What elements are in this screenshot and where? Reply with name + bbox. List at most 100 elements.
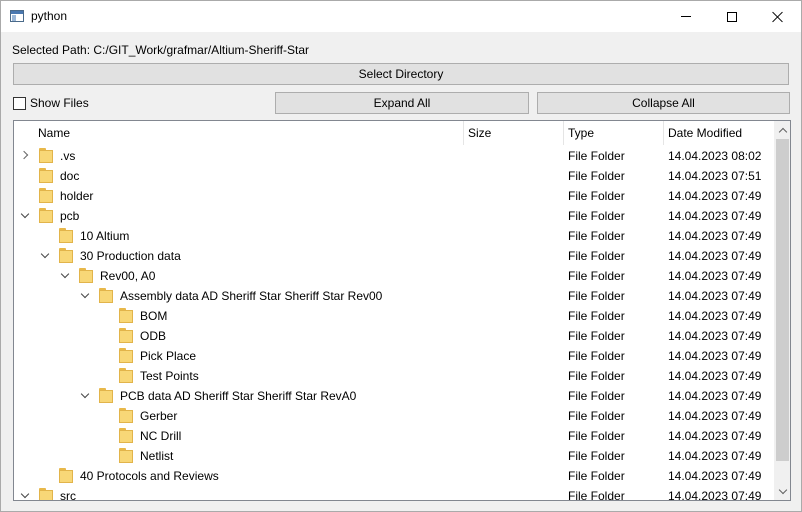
show-files-toggle[interactable]: Show Files — [13, 96, 89, 110]
tree-row[interactable]: Test Points File Folder 14.04.2023 07:49 — [14, 366, 774, 386]
row-name: src — [60, 489, 76, 501]
folder-icon — [39, 208, 53, 223]
tree-row[interactable]: 40 Protocols and Reviews File Folder 14.04… — [14, 466, 774, 486]
chevron-down-icon[interactable] — [41, 252, 49, 260]
row-date-modified: 14.04.2023 07:49 — [668, 209, 762, 223]
row-type: File Folder — [568, 329, 625, 343]
minimize-icon — [681, 16, 691, 17]
row-name: 10 Altium — [80, 229, 130, 243]
folder-icon — [39, 488, 53, 500]
column-header-size[interactable]: Size — [464, 121, 564, 145]
vertical-scrollbar[interactable] — [774, 121, 790, 500]
row-name: Pick Place — [140, 349, 197, 363]
row-date-modified: 14.04.2023 07:49 — [668, 389, 762, 403]
column-header-type[interactable]: Type — [564, 121, 664, 145]
maximize-button[interactable] — [709, 1, 755, 32]
folder-icon — [119, 368, 133, 383]
chevron-right-icon[interactable] — [21, 152, 29, 160]
row-type: File Folder — [568, 169, 625, 183]
chevron-up-icon — [778, 127, 787, 136]
chevron-down-icon[interactable] — [21, 212, 29, 220]
selected-path-label: Selected Path: C:/GIT_Work/grafmar/Altiu… — [12, 43, 309, 57]
show-files-checkbox[interactable] — [13, 96, 26, 110]
close-button[interactable] — [755, 1, 801, 32]
row-date-modified: 14.04.2023 07:49 — [668, 249, 762, 263]
row-type: File Folder — [568, 429, 625, 443]
row-type: File Folder — [568, 249, 625, 263]
folder-icon — [119, 308, 133, 323]
row-date-modified: 14.04.2023 07:51 — [668, 169, 762, 183]
file-tree-view[interactable]: Name Size Type Date Modified .vs File Fol… — [13, 120, 791, 501]
scroll-up-button[interactable] — [774, 121, 790, 138]
show-files-label: Show Files — [30, 96, 89, 110]
tree-rows: .vs File Folder 14.04.2023 08:02 doc File Fo… — [14, 146, 774, 501]
folder-icon — [119, 328, 133, 343]
row-date-modified: 14.04.2023 07:49 — [668, 269, 762, 283]
tree-row[interactable]: 10 Altium File Folder 14.04.2023 07:49 — [14, 226, 774, 246]
row-type: File Folder — [568, 229, 625, 243]
row-date-modified: 14.04.2023 07:49 — [668, 409, 762, 423]
chevron-down-icon[interactable] — [81, 292, 89, 300]
column-header-name[interactable]: Name — [34, 121, 464, 145]
row-type: File Folder — [568, 349, 625, 363]
folder-icon — [39, 148, 53, 163]
row-name: Test Points — [140, 369, 199, 383]
row-name: Assembly data AD Sheriff Star Sheriff St… — [120, 289, 383, 303]
minimize-button[interactable] — [663, 1, 709, 32]
tree-row[interactable]: NC Drill File Folder 14.04.2023 07:49 — [14, 426, 774, 446]
tree-row[interactable]: PCB data AD Sheriff Star Sheriff Star Re… — [14, 386, 774, 406]
tree-row[interactable]: ODB File Folder 14.04.2023 07:49 — [14, 326, 774, 346]
app-window-icon — [10, 10, 24, 22]
tree-row[interactable]: Netlist File Folder 14.04.2023 07:49 — [14, 446, 774, 466]
column-header-date-modified[interactable]: Date Modified — [664, 121, 774, 145]
folder-icon — [39, 168, 53, 183]
tree-row[interactable]: holder File Folder 14.04.2023 07:49 — [14, 186, 774, 206]
select-directory-button[interactable]: Select Directory — [13, 63, 789, 85]
scroll-down-button[interactable] — [774, 483, 790, 500]
row-date-modified: 14.04.2023 07:49 — [668, 449, 762, 463]
window-title: python — [31, 9, 68, 23]
row-type: File Folder — [568, 389, 625, 403]
row-type: File Folder — [568, 149, 625, 163]
scrollbar-thumb[interactable] — [776, 139, 789, 461]
tree-row[interactable]: doc File Folder 14.04.2023 07:51 — [14, 166, 774, 186]
tree-row[interactable]: Rev00, A0 File Folder 14.04.2023 07:49 — [14, 266, 774, 286]
collapse-all-button[interactable]: Collapse All — [537, 92, 790, 114]
chevron-down-icon — [778, 485, 787, 494]
title-bar[interactable]: python — [1, 1, 801, 32]
row-type: File Folder — [568, 189, 625, 203]
row-name: .vs — [60, 149, 76, 163]
expand-all-button[interactable]: Expand All — [275, 92, 529, 114]
folder-icon — [119, 348, 133, 363]
row-type: File Folder — [568, 469, 625, 483]
tree-row[interactable]: Pick Place File Folder 14.04.2023 07:49 — [14, 346, 774, 366]
folder-icon — [99, 288, 113, 303]
row-date-modified: 14.04.2023 07:49 — [668, 369, 762, 383]
row-type: File Folder — [568, 369, 625, 383]
tree-row[interactable]: src File Folder 14.04.2023 07:49 — [14, 486, 774, 501]
row-name: BOM — [140, 309, 168, 323]
folder-icon — [119, 408, 133, 423]
row-name: Gerber — [140, 409, 178, 423]
tree-row[interactable]: BOM File Folder 14.04.2023 07:49 — [14, 306, 774, 326]
tree-row[interactable]: pcb File Folder 14.04.2023 07:49 — [14, 206, 774, 226]
tree-row[interactable]: Assembly data AD Sheriff Star Sheriff St… — [14, 286, 774, 306]
folder-icon — [59, 248, 73, 263]
row-name: ODB — [140, 329, 167, 343]
chevron-down-icon[interactable] — [61, 272, 69, 280]
folder-icon — [39, 188, 53, 203]
row-type: File Folder — [568, 409, 625, 423]
folder-icon — [119, 448, 133, 463]
tree-header: Name Size Type Date Modified — [14, 121, 774, 145]
folder-icon — [79, 268, 93, 283]
tree-row[interactable]: Gerber File Folder 14.04.2023 07:49 — [14, 406, 774, 426]
tree-row[interactable]: .vs File Folder 14.04.2023 08:02 — [14, 146, 774, 166]
row-date-modified: 14.04.2023 07:49 — [668, 229, 762, 243]
tree-row[interactable]: 30 Production data File Folder 14.04.2023 … — [14, 246, 774, 266]
row-name: Rev00, A0 — [100, 269, 156, 283]
chevron-down-icon[interactable] — [81, 392, 89, 400]
close-icon — [772, 11, 784, 23]
chevron-down-icon[interactable] — [21, 492, 29, 500]
row-name: holder — [60, 189, 94, 203]
row-name: Netlist — [140, 449, 174, 463]
